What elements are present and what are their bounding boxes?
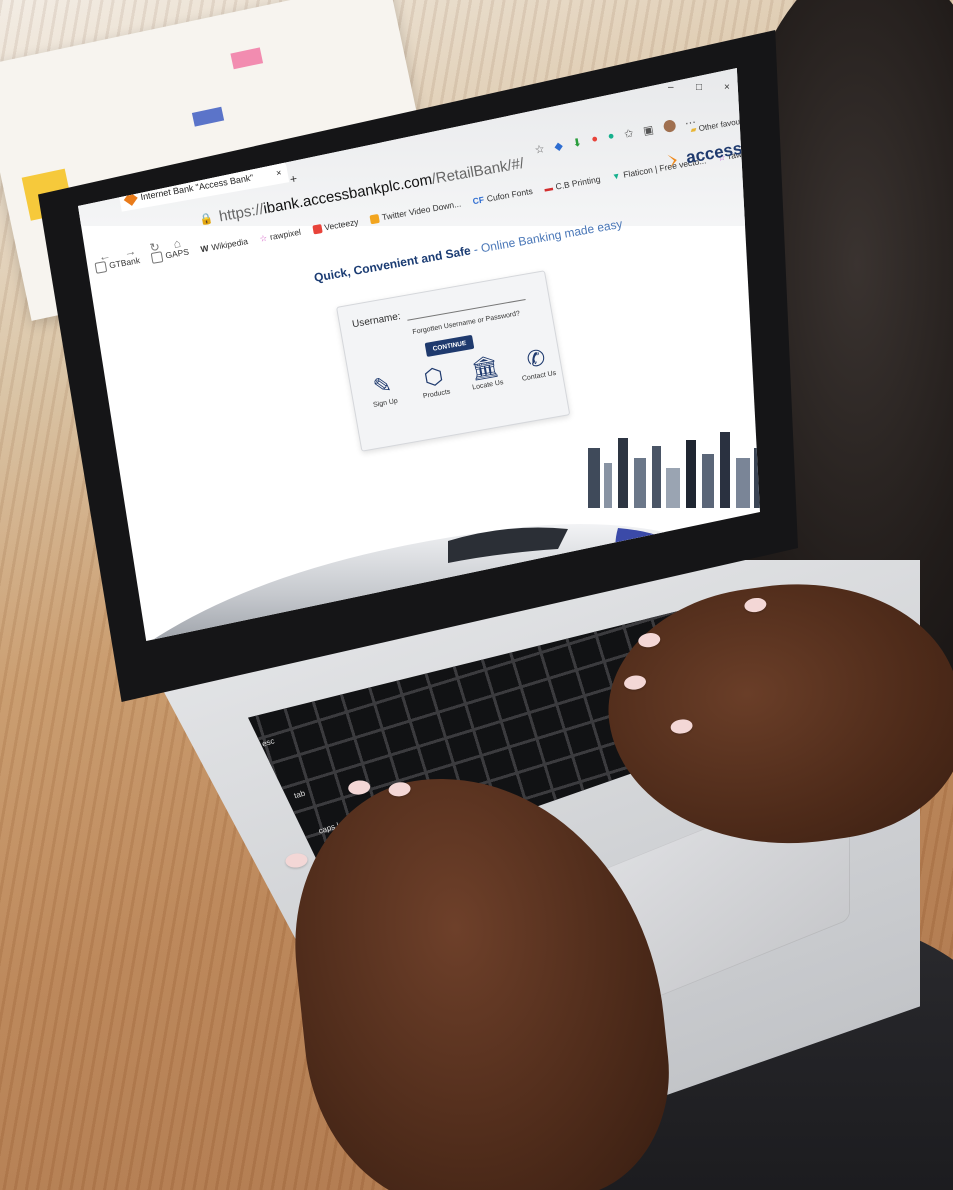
extension-icon[interactable]: ◆: [553, 139, 563, 153]
folder-icon: ▰: [689, 124, 698, 135]
quick-link-label: Sign Up: [372, 397, 399, 409]
minimize-button[interactable]: –: [668, 82, 674, 93]
favorites-icon[interactable]: ✩: [623, 126, 634, 140]
window-close-button[interactable]: ×: [724, 82, 730, 93]
sticky-note: [230, 47, 264, 70]
quick-link-locate-us[interactable]: 🏛 Locate Us: [464, 352, 507, 392]
tagline-bold: Quick, Convenient and Safe: [313, 243, 472, 285]
phone-icon: ✆: [524, 344, 548, 373]
tab-close-icon[interactable]: ×: [275, 167, 282, 178]
favorite-star-icon[interactable]: ☆: [534, 142, 546, 157]
profile-avatar[interactable]: [662, 119, 677, 134]
continue-button[interactable]: CONTINUE: [424, 334, 475, 357]
extension-icon[interactable]: ●: [607, 130, 616, 143]
form-icon: ✎: [371, 371, 394, 400]
tagline-light: - Online Banking made easy: [469, 216, 624, 258]
access-chevron-icon: [667, 152, 683, 168]
sticky-note: [191, 106, 225, 127]
restore-button[interactable]: □: [696, 82, 702, 93]
fingernail: [669, 718, 694, 735]
fingernail: [623, 674, 647, 692]
page-tagline: Quick, Convenient and Safe - Online Bank…: [313, 217, 623, 285]
collections-icon[interactable]: ▣: [642, 123, 654, 138]
username-label: Username:: [351, 311, 402, 331]
photo-scene: esc tab caps lock shift – □ × Internet B…: [0, 0, 953, 1190]
bank-icon: 🏛: [468, 352, 501, 383]
quick-link-products[interactable]: ⬡ Products: [413, 363, 456, 401]
quick-link-contact-us[interactable]: ✆ Contact Us: [515, 345, 558, 383]
fingernail: [387, 781, 412, 798]
printing-icon: ▬: [543, 182, 554, 194]
quick-links: ✎ Sign Up ⬡ Products 🏛 Locate Us ✆ Conta…: [362, 345, 559, 410]
box-icon: ⬡: [421, 362, 446, 391]
quick-link-label: Contact Us: [521, 369, 557, 383]
extension-icon[interactable]: ●: [590, 133, 599, 146]
quick-link-sign-up[interactable]: ✎ Sign Up: [362, 372, 405, 410]
login-card: Username: Forgotten Username or Password…: [336, 270, 571, 452]
download-icon[interactable]: ⬇: [571, 135, 583, 149]
flaticon-icon: ▼: [611, 170, 622, 182]
fingernail: [743, 596, 768, 614]
cufon-icon: CF: [471, 194, 485, 207]
